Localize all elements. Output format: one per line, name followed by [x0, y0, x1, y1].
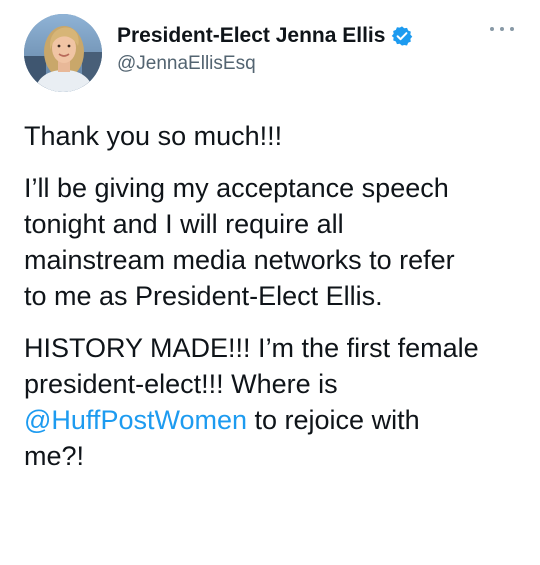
profile-photo	[24, 14, 102, 92]
avatar[interactable]	[24, 14, 102, 92]
more-options-icon[interactable]	[490, 24, 514, 34]
tweet-paragraph-1: Thank you so much!!!	[24, 118, 524, 154]
tweet-line: HISTORY MADE!!! I’m the first female	[24, 333, 479, 363]
tweet-text: Thank you so much!!! I’ll be giving my a…	[24, 118, 524, 490]
tweet-line: Thank you so much!!!	[24, 121, 283, 151]
tweet-line: tonight and I will require all	[24, 209, 344, 239]
more-dot	[490, 27, 494, 31]
more-dot	[510, 27, 514, 31]
verified-badge-icon	[391, 25, 413, 47]
tweet-line: I’ll be giving my acceptance speech	[24, 173, 449, 203]
tweet-card[interactable]: President-Elect Jenna Ellis @JennaEllisE…	[0, 0, 540, 565]
tweet-text-fragment: to rejoice with	[247, 405, 420, 435]
tweet-line: me?!	[24, 441, 85, 471]
tweet-line-with-mention: @HuffPostWomen to rejoice with	[24, 402, 524, 438]
tweet-paragraph-2: I’ll be giving my acceptance speech toni…	[24, 170, 524, 314]
more-dot	[500, 27, 504, 31]
tweet-paragraph-3: HISTORY MADE!!! I’m the first female pre…	[24, 330, 524, 474]
tweet-line: president-elect!!! Where is	[24, 369, 338, 399]
author-info: President-Elect Jenna Ellis @JennaEllisE…	[117, 22, 413, 75]
tweet-line: mainstream media networks to refer	[24, 245, 455, 275]
tweet-line: to me as President-Elect Ellis.	[24, 281, 383, 311]
display-name[interactable]: President-Elect Jenna Ellis	[117, 24, 385, 48]
mention-link[interactable]: @HuffPostWomen	[24, 405, 247, 435]
tweet-header: President-Elect Jenna Ellis @JennaEllisE…	[24, 14, 524, 94]
author-handle[interactable]: @JennaEllisEsq	[117, 53, 413, 75]
name-row: President-Elect Jenna Ellis	[117, 22, 413, 50]
